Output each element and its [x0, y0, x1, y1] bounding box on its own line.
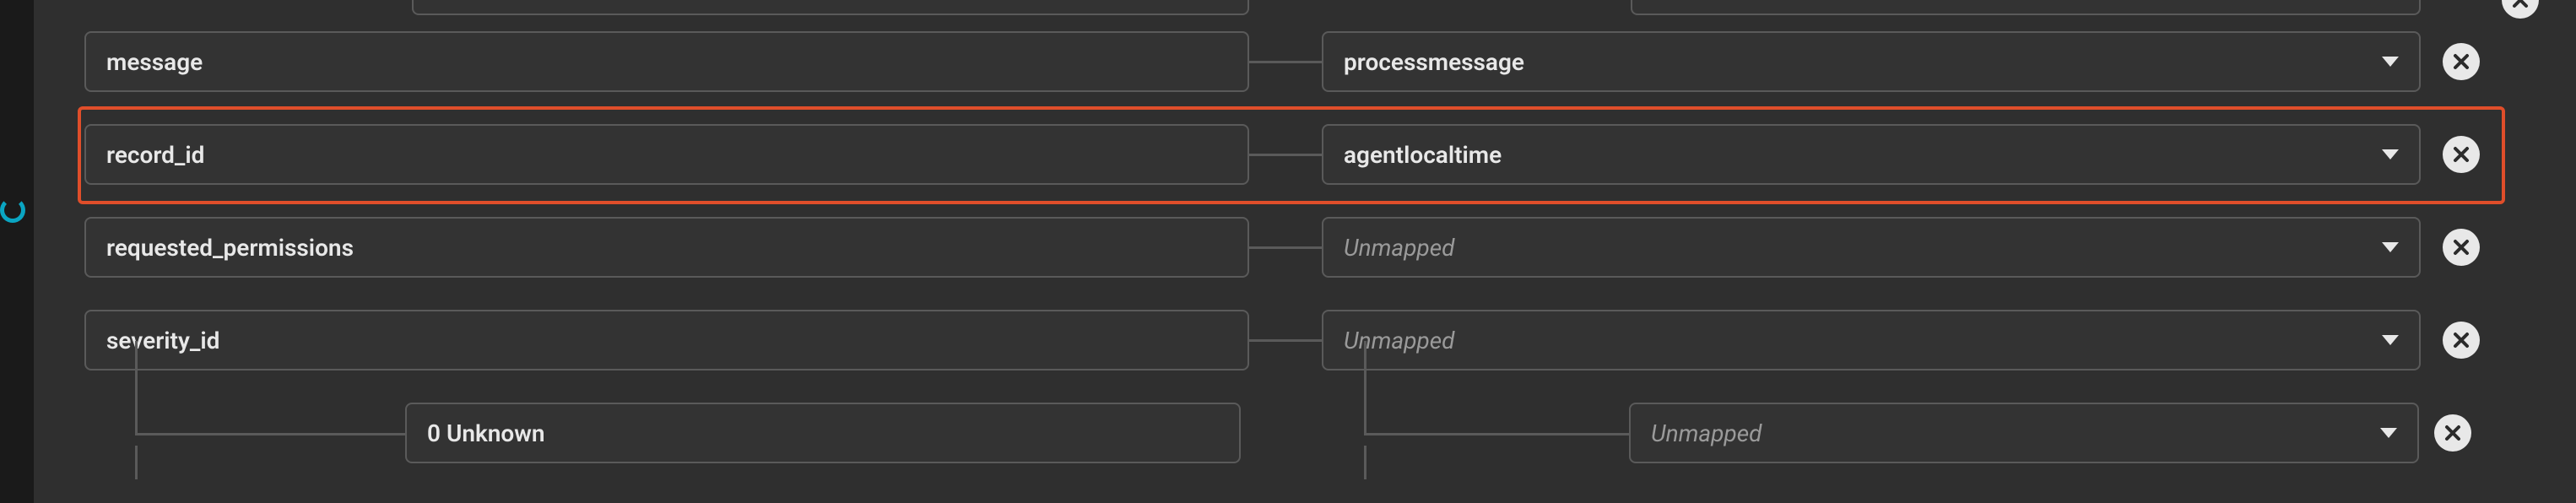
delete-mapping-button[interactable] [2443, 229, 2480, 266]
close-icon [2443, 423, 2463, 443]
chevron-down-icon [2382, 335, 2399, 345]
mapping-panel: message processmessage [34, 0, 2576, 503]
close-icon [2451, 330, 2471, 350]
delete-mapping-button[interactable] [2443, 43, 2480, 80]
delete-mapping-button[interactable] [2443, 322, 2480, 359]
source-field-input[interactable]: record_id [84, 124, 1249, 185]
source-field-input[interactable]: requested_permissions [84, 217, 1249, 278]
target-field-select[interactable]: Unmapped [1322, 310, 2421, 370]
target-field-label: agentlocaltime [1344, 141, 1502, 169]
enum-target-placeholder: Unmapped [1651, 419, 1762, 447]
loading-spinner-icon [0, 197, 25, 223]
tree-connector [135, 446, 138, 479]
mapping-connector [1249, 61, 1322, 63]
left-sidebar [0, 0, 34, 503]
chevron-down-icon [2382, 149, 2399, 160]
delete-mapping-button[interactable] [2434, 414, 2471, 452]
target-field-select[interactable]: processmessage [1322, 31, 2421, 92]
chevron-down-icon [2380, 428, 2397, 438]
chevron-down-icon [2382, 242, 2399, 252]
target-field-placeholder: Unmapped [1344, 327, 1454, 354]
close-icon [2451, 237, 2471, 257]
mapping-connector [1249, 246, 1322, 249]
enum-value-input[interactable]: 0 Unknown [405, 403, 1241, 463]
source-field-label: message [106, 48, 203, 76]
source-field-input[interactable]: message [84, 31, 1249, 92]
close-icon [2451, 51, 2471, 72]
close-icon [2451, 144, 2471, 165]
close-icon [2510, 0, 2530, 10]
delete-mapping-button[interactable] [2443, 136, 2480, 173]
target-field-select[interactable]: agentlocaltime [1322, 124, 2421, 185]
source-field-label: record_id [106, 141, 204, 169]
source-field-label: requested_permissions [106, 234, 354, 262]
mapping-connector [1249, 154, 1322, 156]
field-stub [1631, 0, 2421, 15]
mapping-connector [1249, 339, 1322, 342]
field-stub [412, 0, 1249, 15]
tree-connector [1364, 446, 1366, 479]
source-field-input[interactable]: severity_id [84, 310, 1249, 370]
target-field-placeholder: Unmapped [1344, 234, 1454, 262]
source-field-label: severity_id [106, 327, 219, 354]
enum-target-select[interactable]: Unmapped [1629, 403, 2419, 463]
enum-value-label: 0 Unknown [427, 419, 545, 447]
target-field-select[interactable]: Unmapped [1322, 217, 2421, 278]
target-field-label: processmessage [1344, 48, 1524, 76]
chevron-down-icon [2382, 57, 2399, 67]
